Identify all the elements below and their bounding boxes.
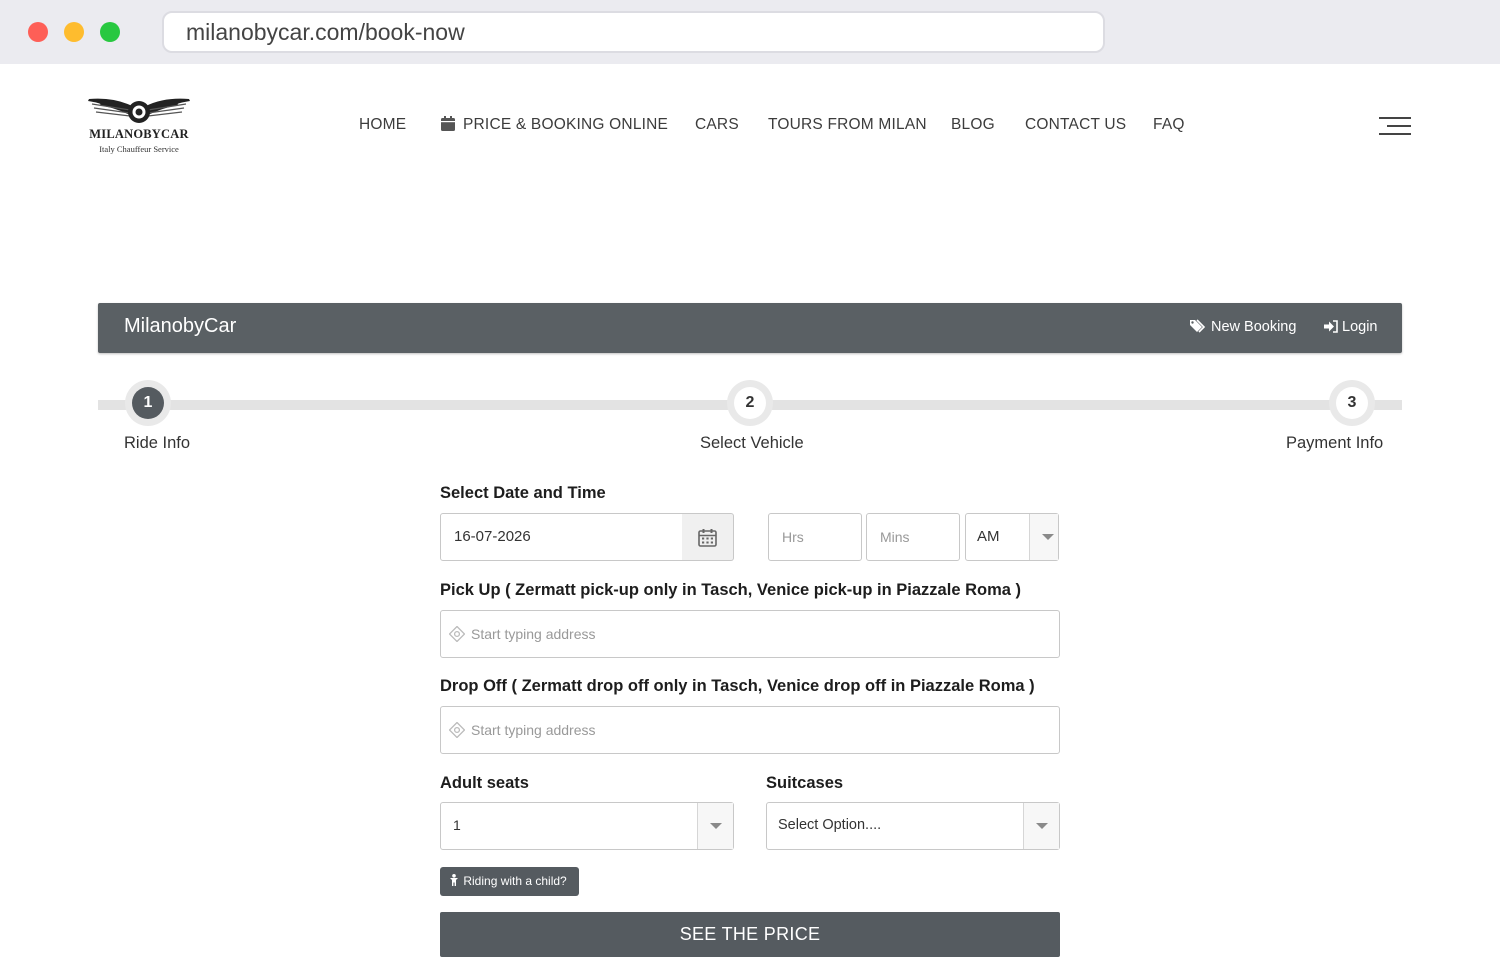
logo-tagline: Italy Chauffeur Service bbox=[99, 144, 179, 154]
step-payment-info: 3 bbox=[1329, 380, 1375, 426]
dropoff-placeholder: Start typing address bbox=[471, 722, 596, 738]
login-link[interactable]: Login bbox=[1324, 319, 1377, 335]
menu-icon[interactable] bbox=[1379, 117, 1411, 137]
pickup-address-input[interactable]: Start typing address bbox=[440, 610, 1060, 658]
booking-brand[interactable]: MilanobyCar bbox=[124, 315, 236, 338]
new-booking-link[interactable]: New Booking bbox=[1190, 319, 1296, 335]
minutes-placeholder: Mins bbox=[880, 529, 910, 545]
adult-seats-select[interactable]: 1 bbox=[440, 802, 734, 850]
riding-with-child-button[interactable]: Riding with a child? bbox=[440, 867, 579, 896]
tags-icon bbox=[1190, 319, 1206, 333]
maximize-window-button[interactable] bbox=[100, 22, 120, 42]
site-logo[interactable]: MILANOBYCAR Italy Chauffeur Service bbox=[86, 96, 192, 158]
nav-cars[interactable]: CARS bbox=[695, 113, 739, 137]
nav-home[interactable]: HOME bbox=[359, 113, 406, 137]
see-the-price-button[interactable]: SEE THE PRICE bbox=[440, 912, 1060, 957]
step-label-payment-info: Payment Info bbox=[1286, 434, 1384, 452]
login-label: Login bbox=[1342, 319, 1378, 335]
minutes-input[interactable]: Mins bbox=[866, 513, 960, 561]
step-number: 1 bbox=[132, 387, 164, 419]
nav-tours[interactable]: TOURS FROM MILAN bbox=[768, 113, 927, 137]
riding-with-child-label: Riding with a child? bbox=[463, 874, 567, 888]
calendar-icon bbox=[698, 529, 717, 547]
nav-price-booking-label: PRICE & BOOKING ONLINE bbox=[463, 116, 669, 133]
datetime-label: Select Date and Time bbox=[440, 484, 606, 502]
nav-contact[interactable]: CONTACT US bbox=[1025, 113, 1126, 137]
hours-input[interactable]: Hrs bbox=[768, 513, 862, 561]
suitcases-select[interactable]: Select Option.... bbox=[766, 802, 1060, 850]
new-booking-label: New Booking bbox=[1211, 319, 1297, 335]
sign-in-icon bbox=[1324, 320, 1338, 333]
dropoff-label: Drop Off ( Zermatt drop off only in Tasc… bbox=[440, 677, 1035, 695]
suitcases-value: Select Option.... bbox=[778, 817, 882, 833]
step-ride-info: 1 bbox=[125, 380, 171, 426]
hours-placeholder: Hrs bbox=[782, 529, 804, 545]
nav-price-booking[interactable]: PRICE & BOOKING ONLINE bbox=[441, 113, 668, 137]
child-icon bbox=[450, 874, 458, 886]
close-window-button[interactable] bbox=[28, 22, 48, 42]
booking-header: MilanobyCar New Booking Login bbox=[98, 303, 1402, 353]
chevron-down-icon bbox=[1023, 803, 1059, 849]
ampm-value: AM bbox=[977, 528, 1000, 545]
chevron-down-icon bbox=[1029, 514, 1058, 560]
logo-name: MILANOBYCAR bbox=[89, 127, 189, 141]
address-bar[interactable]: milanobycar.com/book-now bbox=[162, 11, 1105, 53]
step-number: 2 bbox=[734, 387, 766, 419]
dropoff-address-input[interactable]: Start typing address bbox=[440, 706, 1060, 754]
crosshairs-icon bbox=[449, 722, 465, 738]
ampm-select[interactable]: AM bbox=[965, 513, 1059, 561]
date-input[interactable]: 16-07-2026 bbox=[440, 513, 683, 561]
step-number: 3 bbox=[1336, 387, 1368, 419]
pickup-label: Pick Up ( Zermatt pick-up only in Tasch,… bbox=[440, 581, 1021, 599]
calendar-icon bbox=[441, 116, 455, 131]
suitcases-label: Suitcases bbox=[766, 774, 844, 792]
pickup-placeholder: Start typing address bbox=[471, 626, 596, 642]
nav-blog[interactable]: BLOG bbox=[951, 113, 995, 137]
winged-wheel-icon bbox=[88, 98, 190, 123]
adult-seats-label: Adult seats bbox=[440, 774, 529, 792]
nav-faq[interactable]: FAQ bbox=[1153, 113, 1185, 137]
step-label-select-vehicle: Select Vehicle bbox=[700, 434, 804, 452]
minimize-window-button[interactable] bbox=[64, 22, 84, 42]
step-select-vehicle: 2 bbox=[727, 380, 773, 426]
chevron-down-icon bbox=[697, 803, 733, 849]
date-value: 16-07-2026 bbox=[454, 528, 531, 545]
browser-toolbar: milanobycar.com/book-now bbox=[0, 0, 1500, 64]
step-label-ride-info: Ride Info bbox=[124, 434, 191, 452]
adult-seats-value: 1 bbox=[453, 817, 461, 833]
crosshairs-icon bbox=[449, 626, 465, 642]
date-picker-button[interactable] bbox=[682, 513, 734, 561]
